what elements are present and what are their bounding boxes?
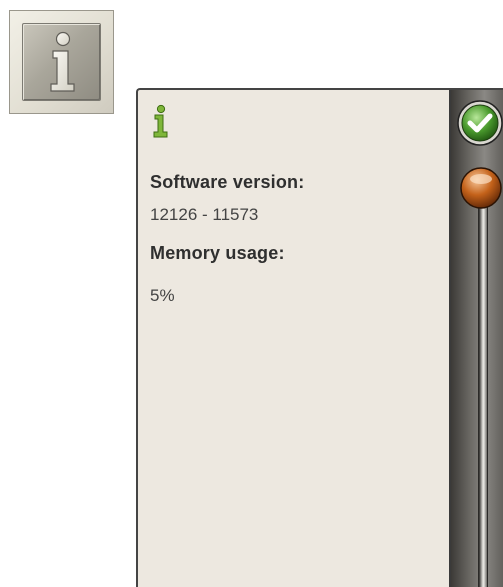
info-panel: Software version: 12126 - 11573 Memory u… — [136, 88, 503, 587]
info-button[interactable] — [9, 10, 114, 114]
software-version-value: 12126 - 11573 — [150, 205, 259, 224]
info-button-face — [22, 23, 101, 101]
software-version-label: Software version: — [150, 172, 305, 192]
ok-button[interactable] — [455, 98, 503, 148]
info-icon — [50, 31, 75, 92]
memory-usage-value: 5% — [150, 286, 175, 305]
scrollbar-track[interactable] — [479, 172, 487, 587]
memory-usage-label: Memory usage: — [150, 243, 285, 263]
info-panel-content: Software version: 12126 - 11573 Memory u… — [138, 90, 449, 587]
side-rail — [449, 90, 503, 587]
info-icon — [153, 104, 168, 138]
scroll-thumb[interactable] — [459, 166, 503, 210]
